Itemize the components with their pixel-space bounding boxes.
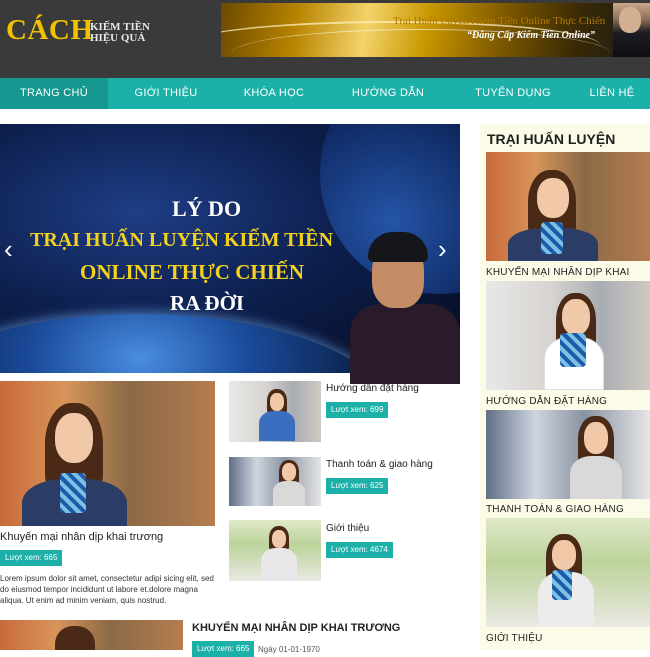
post-views-badge: Lượt xem: 625	[326, 478, 389, 494]
slider-next-icon[interactable]: ›	[438, 236, 454, 262]
header-banner[interactable]: Trại Huấn Luyện Kiếm Tiền Online Thực Ch…	[221, 3, 650, 57]
featured-post-image[interactable]	[0, 381, 215, 526]
banner-person-image	[613, 3, 650, 57]
sidebar-item-image[interactable]	[486, 281, 650, 390]
post-views-badge: Lượt xem: 4674	[326, 542, 393, 558]
slide-heading-line1: LÝ DO	[172, 196, 242, 221]
featured-post-title[interactable]: Khuyến mại nhân dịp khai trương	[0, 531, 163, 543]
sidebar-item-label[interactable]: KHUYẾN MẠI NHÂN DỊP KHAI	[486, 267, 630, 278]
post-title[interactable]: Thanh toán & giao hàng	[326, 459, 433, 470]
slider-earth	[0, 314, 400, 373]
nav-item-courses[interactable]: Khóa học	[224, 78, 324, 109]
sidebar-item-label[interactable]: HƯỚNG DẪN ĐẶT HÀNG	[486, 396, 607, 407]
main-nav: Trang chủ Giới thiệu Khóa học Hướng dẫn …	[0, 78, 650, 109]
bottom-post-views-badge: Lượt xem: 665	[192, 641, 255, 657]
site-logo-tagline: KIẾM TIỀN HIỆU QUẢ	[90, 22, 150, 44]
slider-prev-icon[interactable]: ‹	[4, 236, 20, 262]
sidebar-item-label[interactable]: GIỚI THIỆU	[486, 633, 543, 644]
nav-item-contact[interactable]: Liên hệ	[574, 78, 650, 109]
site-header: CÁCH KIẾM TIỀN HIỆU QUẢ Trại Huấn Luyện …	[0, 0, 650, 78]
slide-heading-line2: TRẠI HUẤN LUYỆN KIẾM TIỀN	[30, 229, 334, 251]
post-thumbnail[interactable]	[229, 520, 321, 581]
bottom-post-title[interactable]: KHUYẾN MẠI NHÂN DỊP KHAI TRƯƠNG	[192, 622, 400, 634]
sidebar-item-label[interactable]: THANH TOÁN & GIAO HÀNG	[486, 504, 624, 515]
bottom-post-image[interactable]	[0, 620, 183, 650]
logo-tagline-line2: HIỆU QUẢ	[90, 32, 146, 44]
sidebar-title: TRẠI HUẤN LUYỆN	[487, 131, 616, 147]
post-thumbnail[interactable]	[229, 457, 321, 506]
slide-heading-line4: RA ĐỜI	[170, 291, 245, 315]
banner-headline: Trại Huấn Luyện Kiếm Tiền Online Thực Ch…	[393, 15, 606, 27]
sidebar-item-image[interactable]	[486, 410, 650, 499]
sidebar-item-image[interactable]	[486, 152, 650, 261]
post-title[interactable]: Giới thiệu	[326, 523, 369, 534]
sidebar-item-image[interactable]	[486, 518, 650, 627]
banner-slogan: “Đẳng Cấp Kiếm Tiền Online”	[467, 30, 595, 41]
nav-item-recruitment[interactable]: Tuyển dụng	[452, 78, 574, 109]
featured-post-excerpt: Lorem ipsum dolor sit amet, consectetur …	[0, 574, 214, 605]
post-title[interactable]: Hướng dẫn đặt hàng	[326, 383, 419, 394]
featured-post-views-badge: Lượt xem: 665	[0, 550, 63, 566]
slide-heading-line3: ONLINE THỰC CHIẾN	[80, 260, 305, 284]
nav-item-guide[interactable]: Hướng dẫn	[324, 78, 452, 109]
nav-item-home[interactable]: Trang chủ	[0, 78, 108, 109]
post-thumbnail[interactable]	[229, 381, 321, 442]
nav-item-about[interactable]: Giới thiệu	[108, 78, 224, 109]
post-views-badge: Lượt xem: 699	[326, 402, 389, 418]
site-logo[interactable]: CÁCH	[6, 14, 93, 47]
